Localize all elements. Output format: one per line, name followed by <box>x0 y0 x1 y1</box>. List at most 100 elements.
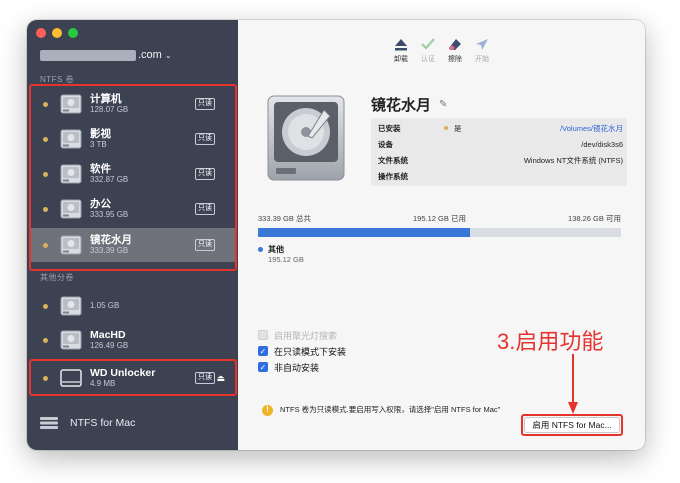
spotlight-option[interactable]: 启用聚光灯搜索 <box>258 327 346 343</box>
volume-name: 计算机 <box>90 93 122 106</box>
app-name: NTFS for Mac <box>70 417 136 429</box>
volume-size: 4.9 MB <box>90 379 116 389</box>
mount-options: 启用聚光灯搜索 ✓ 在只读模式下安装 ✓ 非自动安装 <box>258 327 346 375</box>
checkmark-icon <box>420 36 436 52</box>
annotation-label: 3.启用功能 <box>497 329 604 354</box>
mounted-indicator <box>43 171 48 177</box>
eject-icon[interactable]: ⏏ <box>216 373 225 384</box>
mounted-indicator <box>43 337 48 343</box>
minimize-button[interactable] <box>52 28 62 38</box>
ntfs-logo-icon <box>40 417 58 429</box>
verify-label: 认证 <box>421 56 435 63</box>
hard-drive-large-icon <box>267 95 345 181</box>
mounted-indicator <box>43 242 48 248</box>
volume-name: WD Unlocker <box>90 367 156 380</box>
readonly-mount-checkbox[interactable]: ✓ <box>258 346 268 356</box>
erase-button[interactable]: 擦除 <box>443 36 467 64</box>
sidebar-item-计算机[interactable]: 计算机 128.07 GB 只读 <box>29 87 237 121</box>
legend-size: 195.12 GB <box>268 255 304 264</box>
legend-dot-icon <box>258 247 263 253</box>
usage-legend: 其他 195.12 GB <box>258 244 304 264</box>
readonly-badge: 只读 <box>195 98 215 110</box>
app-window: .com ⌄ NTFS 卷 计算机 128.07 GB 只读 影视 3 TB 只… <box>27 20 645 450</box>
mounted-indicator <box>43 136 48 142</box>
start-label: 开始 <box>475 56 489 63</box>
readonly-badge: 只读 <box>195 133 215 145</box>
spotlight-label: 启用聚光灯搜索 <box>274 330 338 341</box>
sidebar-item-办公[interactable]: 办公 333.95 GB 只读 <box>29 192 237 226</box>
notice-text: NTFS 卷为只读模式.要启用写入权限，请选择"启用 NTFS for Mac" <box>280 405 501 414</box>
account-email-suffix: .com <box>138 49 162 61</box>
readonly-badge: 只读 <box>195 203 215 215</box>
volume-size: 1.05 GB <box>90 301 120 311</box>
volume-info-panel: 已安装 是 /Volumes/镜花水月 设备 /dev/disk3s6 文件系统… <box>371 118 627 186</box>
hard-drive-icon <box>60 330 82 350</box>
readonly-mount-option[interactable]: ✓ 在只读模式下安装 <box>258 343 346 359</box>
readonly-badge: 只读 <box>195 372 215 384</box>
eraser-icon <box>447 36 463 52</box>
sidebar-item-1.05gb[interactable]: 1.05 GB <box>29 289 237 323</box>
mounted-indicator <box>43 101 48 107</box>
sidebar-item-wd-unlocker[interactable]: WD Unlocker 4.9 MB 只读 ⏏ <box>29 361 237 395</box>
volume-size: 126.49 GB <box>90 341 129 351</box>
enable-ntfs-button[interactable]: 启用 NTFS for Mac... <box>524 417 620 433</box>
edit-pencil-icon[interactable]: ✎ <box>439 99 447 110</box>
window-controls <box>36 28 78 38</box>
sidebar-item-machd[interactable]: MacHD 126.49 GB <box>29 323 237 357</box>
section-label-ntfs: NTFS 卷 <box>40 75 75 84</box>
chevron-down-icon: ⌄ <box>164 50 172 60</box>
mounted-indicator <box>43 375 48 381</box>
main-panel: 卸载 认证 擦除 开始 镜花水月 ✎ 已安装 是 /Volumes/镜花水月 设… <box>238 20 645 450</box>
no-automount-label: 非自动安装 <box>274 362 320 373</box>
info-row-device: 设备 /dev/disk3s6 <box>378 139 623 149</box>
hard-drive-icon <box>60 199 82 219</box>
capacity-total: 333.39 GB 总共 <box>258 214 311 223</box>
volume-size: 332.87 GB <box>90 175 129 185</box>
readonly-badge: 只读 <box>195 239 215 251</box>
sidebar-item-镜花水月[interactable]: 镜花水月 333.39 GB 只读 <box>29 228 237 262</box>
unmount-button[interactable]: 卸载 <box>389 36 413 64</box>
capacity-summary: 333.39 GB 总共 195.12 GB 已用 138.26 GB 可用 <box>258 213 621 224</box>
hard-drive-icon <box>60 235 82 255</box>
eject-icon <box>393 36 409 52</box>
info-row-mounted: 已安装 是 /Volumes/镜花水月 <box>378 123 623 134</box>
volume-name: 办公 <box>90 198 111 211</box>
capacity-used: 195.12 GB 已用 <box>413 214 466 223</box>
capacity-bar <box>258 228 621 237</box>
readonly-badge: 只读 <box>195 168 215 180</box>
volume-size: 3 TB <box>90 140 107 150</box>
mounted-dot-icon <box>444 126 448 130</box>
mounted-indicator <box>43 303 48 309</box>
volume-title-text: 镜花水月 <box>371 97 432 114</box>
erase-label: 擦除 <box>448 56 462 63</box>
volume-title: 镜花水月 ✎ <box>371 94 447 115</box>
hard-drive-icon <box>60 94 82 114</box>
volume-size: 333.39 GB <box>90 246 129 256</box>
send-icon <box>474 36 490 52</box>
volume-name: MacHD <box>90 329 126 342</box>
unmount-label: 卸载 <box>394 56 408 63</box>
volume-name: 影视 <box>90 128 111 141</box>
volume-name: 镜花水月 <box>90 234 132 247</box>
spotlight-checkbox[interactable] <box>258 330 268 340</box>
sidebar-item-软件[interactable]: 软件 332.87 GB 只读 <box>29 157 237 191</box>
verify-button[interactable]: 认证 <box>416 36 440 64</box>
close-button[interactable] <box>36 28 46 38</box>
readonly-mount-label: 在只读模式下安装 <box>274 346 347 357</box>
no-automount-option[interactable]: ✓ 非自动安装 <box>258 359 346 375</box>
external-drive-icon <box>60 369 82 387</box>
readonly-notice: ! NTFS 卷为只读模式.要启用写入权限，请选择"启用 NTFS for Ma… <box>262 405 502 416</box>
zoom-button[interactable] <box>68 28 78 38</box>
hard-drive-icon <box>60 296 82 316</box>
capacity-bar-used <box>258 228 471 237</box>
info-row-os: 操作系统 <box>378 171 408 181</box>
start-button[interactable]: 开始 <box>470 36 494 64</box>
sidebar-footer: NTFS for Mac <box>27 408 238 438</box>
sidebar: .com ⌄ NTFS 卷 计算机 128.07 GB 只读 影视 3 TB 只… <box>27 20 238 450</box>
no-automount-checkbox[interactable]: ✓ <box>258 362 268 372</box>
account-selector[interactable]: .com ⌄ <box>40 48 220 62</box>
mount-path-link[interactable]: /Volumes/镜花水月 <box>560 123 623 134</box>
toolbar: 卸载 认证 擦除 开始 <box>238 36 645 64</box>
sidebar-item-影视[interactable]: 影视 3 TB 只读 <box>29 122 237 156</box>
volume-name: 软件 <box>90 163 111 176</box>
